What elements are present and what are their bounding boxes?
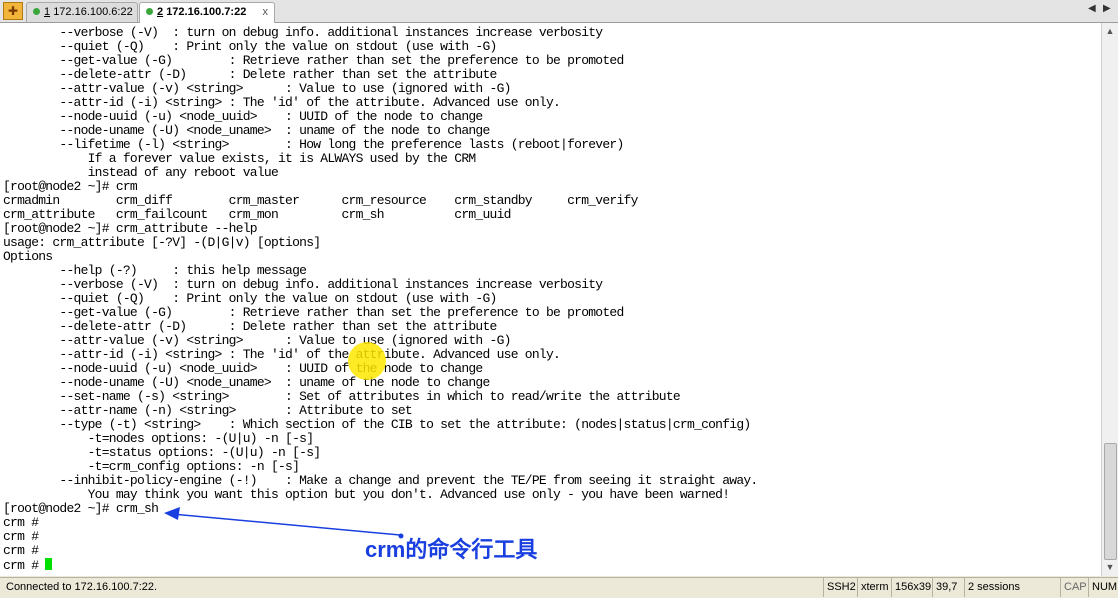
status-bar: Connected to 172.16.100.7:22. SSH2 xterm…: [0, 577, 1118, 598]
scroll-up-icon[interactable]: ▲: [1102, 23, 1118, 39]
annotation-arrow: [164, 507, 404, 539]
cursor-position: 39,7: [932, 578, 964, 597]
scrollbar-thumb[interactable]: [1104, 443, 1117, 560]
vertical-scrollbar[interactable]: ▲ ▼: [1101, 23, 1118, 576]
caps-lock-indicator: CAP: [1060, 578, 1088, 597]
session-count: 2 sessions: [964, 578, 1060, 597]
connection-status: Connected to 172.16.100.7:22.: [6, 581, 158, 593]
num-lock-indicator: NUM: [1088, 578, 1118, 597]
scroll-down-icon[interactable]: ▼: [1102, 559, 1118, 575]
terminal-size: 156x39: [891, 578, 932, 597]
annotation-label: crm的命令行工具: [365, 537, 538, 562]
terminal-type: xterm: [857, 578, 891, 597]
protocol-indicator: SSH2: [823, 578, 857, 597]
